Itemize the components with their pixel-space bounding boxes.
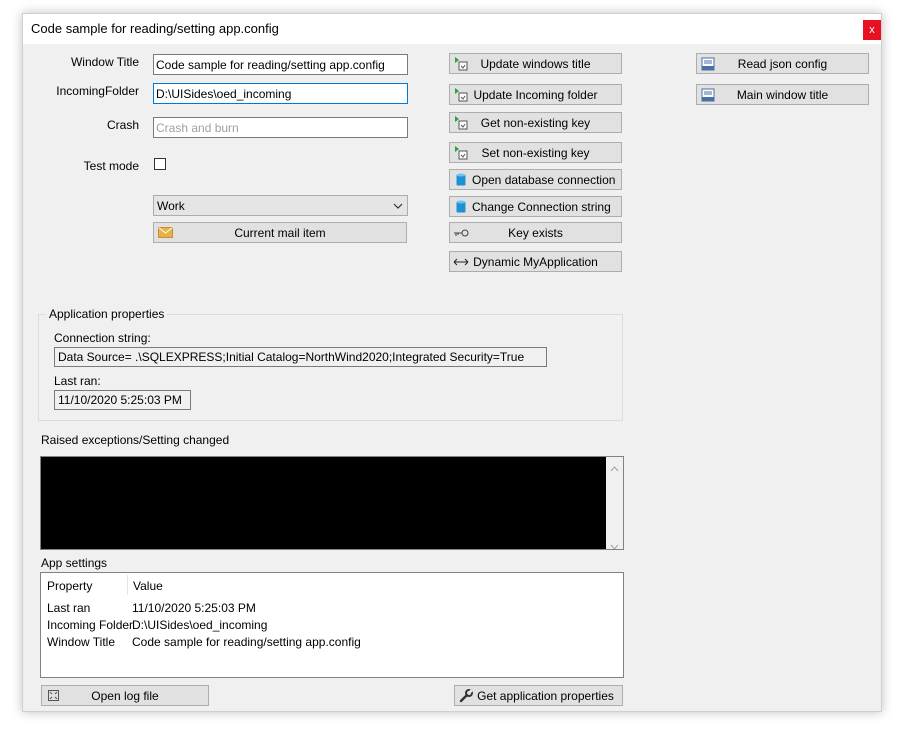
set-nonexisting-key-label: Set non-existing key [481,145,590,160]
read-json-config-label: Read json config [737,56,828,71]
main-window-title-button[interactable]: Main window title [696,84,869,105]
database-icon [450,197,472,216]
get-application-properties-button[interactable]: Get application properties [454,685,623,706]
main-window-title-label: Main window title [736,87,829,102]
scroll-up-icon[interactable] [610,461,619,475]
open-log-file-button[interactable]: Open log file [41,685,209,706]
row-property: Incoming Folder [47,618,134,632]
dynamic-myapplication-label: Dynamic MyApplication [473,254,598,269]
main-window: Code sample for reading/setting app.conf… [22,13,882,712]
app-settings-label: App settings [41,556,108,570]
wrench-icon [455,686,477,705]
update-windows-title-label: Update windows title [480,56,591,71]
chevron-down-icon [389,203,407,209]
column-header-value[interactable]: Value [133,579,163,593]
double-arrow-icon [450,252,472,271]
update-incoming-folder-label: Update Incoming folder [473,87,598,102]
connection-string-value[interactable]: Data Source= .\SQLEXPRESS;Initial Catalo… [54,347,547,367]
last-ran-value[interactable]: 11/10/2020 5:25:03 PM [54,390,191,410]
update-icon [450,54,472,73]
exceptions-label: Raised exceptions/Setting changed [41,433,230,447]
combo-selected-value: Work [157,198,185,213]
scroll-down-icon[interactable] [610,539,619,553]
open-database-connection-button[interactable]: Open database connection [449,169,622,190]
window-title-input[interactable] [153,54,408,75]
update-icon [450,113,472,132]
connection-string-label: Connection string: [54,331,151,345]
get-application-properties-label: Get application properties [477,688,614,703]
crash-label: Crash [106,118,139,132]
dynamic-myapplication-button[interactable]: Dynamic MyApplication [449,251,622,272]
column-header-property[interactable]: Property [47,579,92,593]
read-json-config-button[interactable]: Read json config [696,53,869,74]
column-divider [127,575,128,595]
key-exists-button[interactable]: Key exists [449,222,622,243]
window-title-label: Window Title [70,55,139,69]
key-exists-label: Key exists [508,225,563,240]
row-property: Window Title [47,635,116,649]
last-ran-label: Last ran: [54,374,101,388]
exceptions-log[interactable] [40,456,624,550]
current-mail-item-button[interactable]: Current mail item [153,222,407,243]
key-icon [450,223,472,242]
title-bar[interactable]: Code sample for reading/setting app.conf… [23,14,881,44]
get-nonexisting-key-button[interactable]: Get non-existing key [449,112,622,133]
row-value: 11/10/2020 5:25:03 PM [132,601,256,615]
incoming-folder-label: IncomingFolder [56,84,139,98]
open-log-file-label: Open log file [91,688,159,703]
update-incoming-folder-button[interactable]: Update Incoming folder [449,84,622,105]
expand-icon [42,686,64,705]
row-value: D:\UISides\oed_incoming [132,618,268,632]
update-windows-title-button[interactable]: Update windows title [449,53,622,74]
close-button[interactable]: x [863,20,881,40]
mail-icon [154,223,176,242]
application-properties-title: Application properties [46,307,168,321]
set-nonexisting-key-button[interactable]: Set non-existing key [449,142,622,163]
app-settings-list[interactable]: Property Value Last ran 11/10/2020 5:25:… [40,572,624,678]
window-title: Code sample for reading/setting app.conf… [31,21,279,36]
test-mode-label: Test mode [83,159,139,173]
document-icon [697,54,719,73]
get-nonexisting-key-label: Get non-existing key [480,115,591,130]
change-connection-string-button[interactable]: Change Connection string [449,196,622,217]
document-icon [697,85,719,104]
row-value: Code sample for reading/setting app.conf… [132,635,361,649]
update-icon [450,85,472,104]
list-header: Property Value [41,573,623,595]
open-database-connection-label: Open database connection [472,172,616,187]
row-property: Last ran [47,601,91,615]
change-connection-string-label: Change Connection string [472,199,611,214]
current-mail-item-label: Current mail item [234,225,326,240]
category-combo[interactable]: Work [153,195,408,216]
incoming-folder-input[interactable] [153,83,408,104]
log-scrollbar[interactable] [606,457,623,550]
crash-input[interactable] [153,117,408,138]
database-icon [450,170,472,189]
test-mode-checkbox[interactable] [154,158,166,170]
update-icon [450,143,472,162]
